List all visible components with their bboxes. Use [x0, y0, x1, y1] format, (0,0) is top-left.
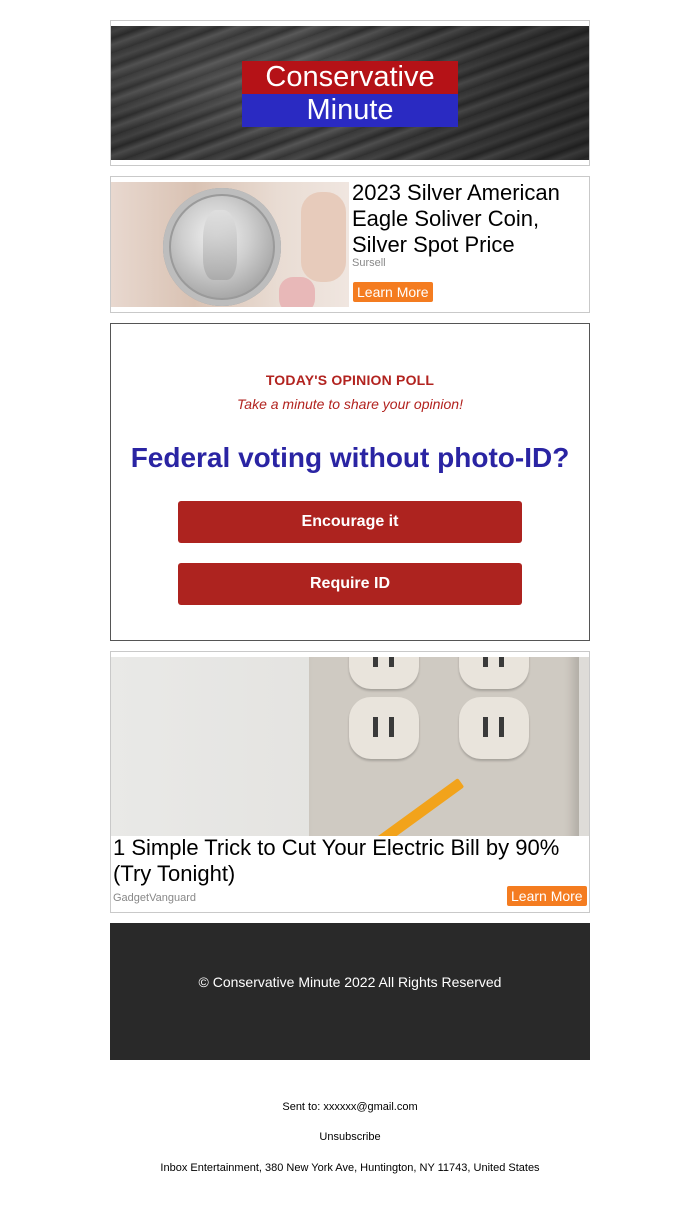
outlet-socket: [459, 657, 529, 689]
ad-card-coin[interactable]: 2023 Silver American Eagle Soliver Coin,…: [110, 176, 590, 313]
ad-title[interactable]: 1 Simple Trick to Cut Your Electric Bill…: [113, 835, 587, 887]
poll-question: Federal voting without photo-ID?: [130, 442, 570, 473]
newspaper-banner-image[interactable]: Conservative Minute: [111, 26, 589, 160]
opinion-poll-card: TODAY'S OPINION POLL Take a minute to sh…: [110, 323, 590, 641]
finger-shape: [301, 192, 346, 282]
thumb-shape: [279, 277, 315, 307]
learn-more-button[interactable]: Learn More: [353, 282, 433, 302]
logo-top: Conservative: [242, 61, 458, 94]
poll-option-encourage-button[interactable]: Encourage it: [178, 501, 522, 543]
sent-to-text: Sent to: xxxxxx@gmail.com: [282, 1101, 418, 1113]
outlet-socket: [459, 697, 529, 759]
ad-source: Sursell: [352, 257, 386, 269]
ad-card-electric[interactable]: 1 Simple Trick to Cut Your Electric Bill…: [110, 651, 590, 913]
logo-bottom: Minute: [242, 94, 458, 127]
address-text: Inbox Entertainment, 380 New York Ave, H…: [160, 1162, 540, 1174]
coin-shape: [163, 188, 281, 306]
outlet-socket: [349, 657, 419, 689]
copyright-text: © Conservative Minute 2022 All Rights Re…: [198, 974, 502, 990]
poll-kicker: TODAY'S OPINION POLL: [265, 372, 435, 388]
outlet-socket: [349, 697, 419, 759]
silver-coin-image[interactable]: [111, 182, 349, 307]
unsubscribe-link[interactable]: Unsubscribe: [0, 1131, 700, 1143]
poll-subtitle: Take a minute to share your opinion!: [237, 396, 463, 412]
poll-option-require-id-button[interactable]: Require ID: [178, 563, 522, 605]
coin-figure: [203, 210, 237, 280]
wall-outlet-image[interactable]: [111, 657, 589, 836]
learn-more-button[interactable]: Learn More: [507, 886, 587, 906]
header-card: Conservative Minute: [110, 20, 590, 166]
footer: © Conservative Minute 2022 All Rights Re…: [110, 923, 590, 1060]
ad-title[interactable]: 2023 Silver American Eagle Soliver Coin,…: [352, 180, 586, 258]
outlet-plate: [309, 657, 579, 836]
ad-source: GadgetVanguard: [113, 892, 196, 904]
